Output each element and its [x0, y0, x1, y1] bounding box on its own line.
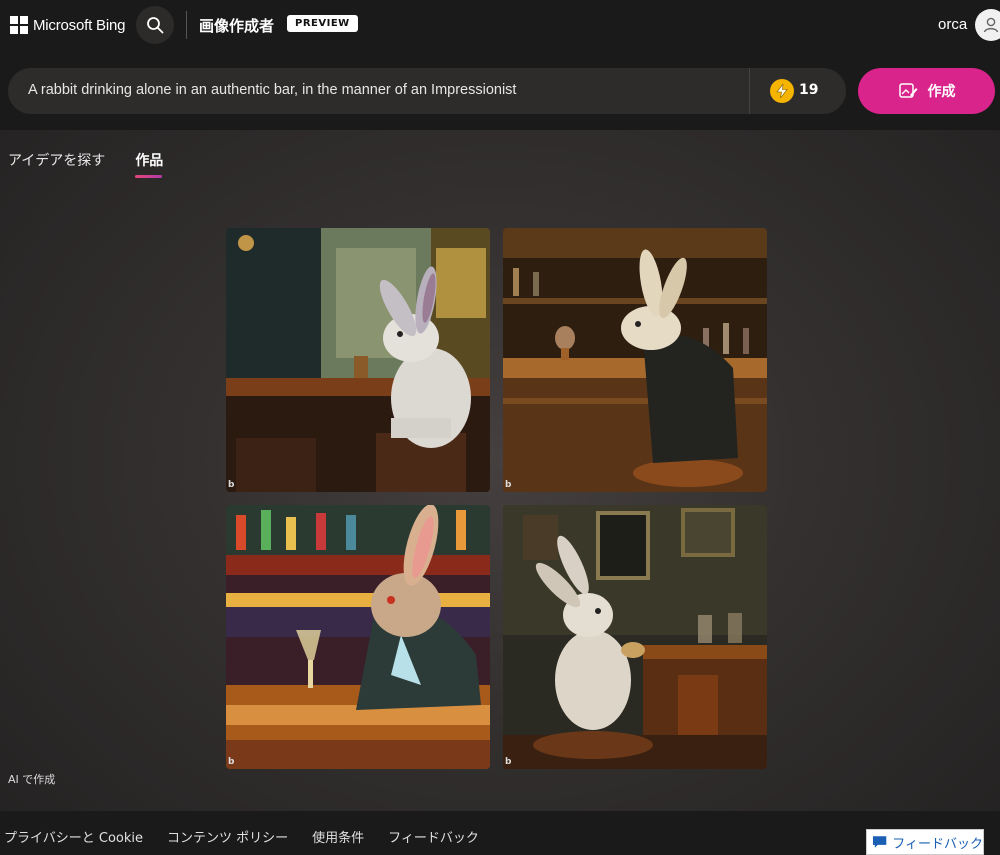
rabbit-painting-1	[226, 228, 490, 492]
prompt-input[interactable]: A rabbit drinking alone in an authentic …	[8, 68, 846, 114]
main-content: アイデアを探す 作品 b b b b AI で作成	[0, 130, 1000, 811]
generated-image-1[interactable]: b	[226, 228, 490, 492]
prompt-area: A rabbit drinking alone in an authentic …	[0, 50, 1000, 130]
boost-icon[interactable]	[770, 79, 794, 103]
ai-created-note: AI で作成	[8, 773, 56, 786]
image-grid: b b b b	[226, 228, 767, 769]
brand-name: Microsoft Bing	[33, 16, 126, 34]
footer: プライバシーと Cookie コンテンツ ポリシー 使用条件 フィードバック フ…	[0, 811, 1000, 855]
tab-bar: アイデアを探す 作品	[8, 150, 163, 178]
feedback-label: フィードバック	[892, 836, 983, 852]
bing-watermark: b	[505, 480, 512, 490]
generated-image-2[interactable]: b	[503, 228, 767, 492]
prompt-text[interactable]: A rabbit drinking alone in an authentic …	[28, 82, 516, 98]
top-header: Microsoft Bing 画像作成者 PREVIEW orca	[0, 0, 1000, 50]
bing-watermark: b	[505, 757, 512, 767]
search-button[interactable]	[136, 6, 174, 44]
user-icon	[983, 17, 999, 33]
page-title[interactable]: 画像作成者	[199, 15, 274, 36]
footer-link-terms[interactable]: 使用条件	[312, 827, 364, 846]
feedback-button[interactable]: フィードバック	[866, 829, 984, 855]
tab-creations[interactable]: 作品	[135, 150, 163, 178]
boost-count: 19	[799, 82, 819, 98]
user-name[interactable]: orca	[938, 16, 967, 33]
create-icon	[898, 83, 917, 98]
preview-badge: PREVIEW	[287, 15, 358, 32]
avatar[interactable]	[975, 9, 1000, 41]
rabbit-painting-2	[503, 228, 767, 492]
microsoft-logo-icon	[10, 16, 28, 34]
bing-logo[interactable]: Microsoft Bing	[10, 14, 125, 36]
rabbit-painting-4	[503, 505, 767, 769]
footer-link-privacy[interactable]: プライバシーと Cookie	[4, 827, 143, 846]
search-icon	[147, 17, 164, 34]
footer-link-feedback[interactable]: フィードバック	[388, 827, 479, 846]
bing-watermark: b	[228, 480, 235, 490]
create-button[interactable]: 作成	[858, 68, 995, 114]
footer-link-content-policy[interactable]: コンテンツ ポリシー	[167, 827, 288, 846]
chat-bubble-icon	[872, 836, 887, 848]
bing-watermark: b	[228, 757, 235, 767]
header-divider	[186, 11, 187, 39]
prompt-divider	[749, 68, 750, 114]
footer-links: プライバシーと Cookie コンテンツ ポリシー 使用条件 フィードバック	[4, 827, 479, 846]
create-label: 作成	[927, 84, 956, 100]
tab-explore-ideas[interactable]: アイデアを探す	[8, 150, 105, 178]
rabbit-painting-3	[226, 505, 490, 769]
generated-image-4[interactable]: b	[503, 505, 767, 769]
generated-image-3[interactable]: b	[226, 505, 490, 769]
lightning-icon	[776, 84, 788, 98]
